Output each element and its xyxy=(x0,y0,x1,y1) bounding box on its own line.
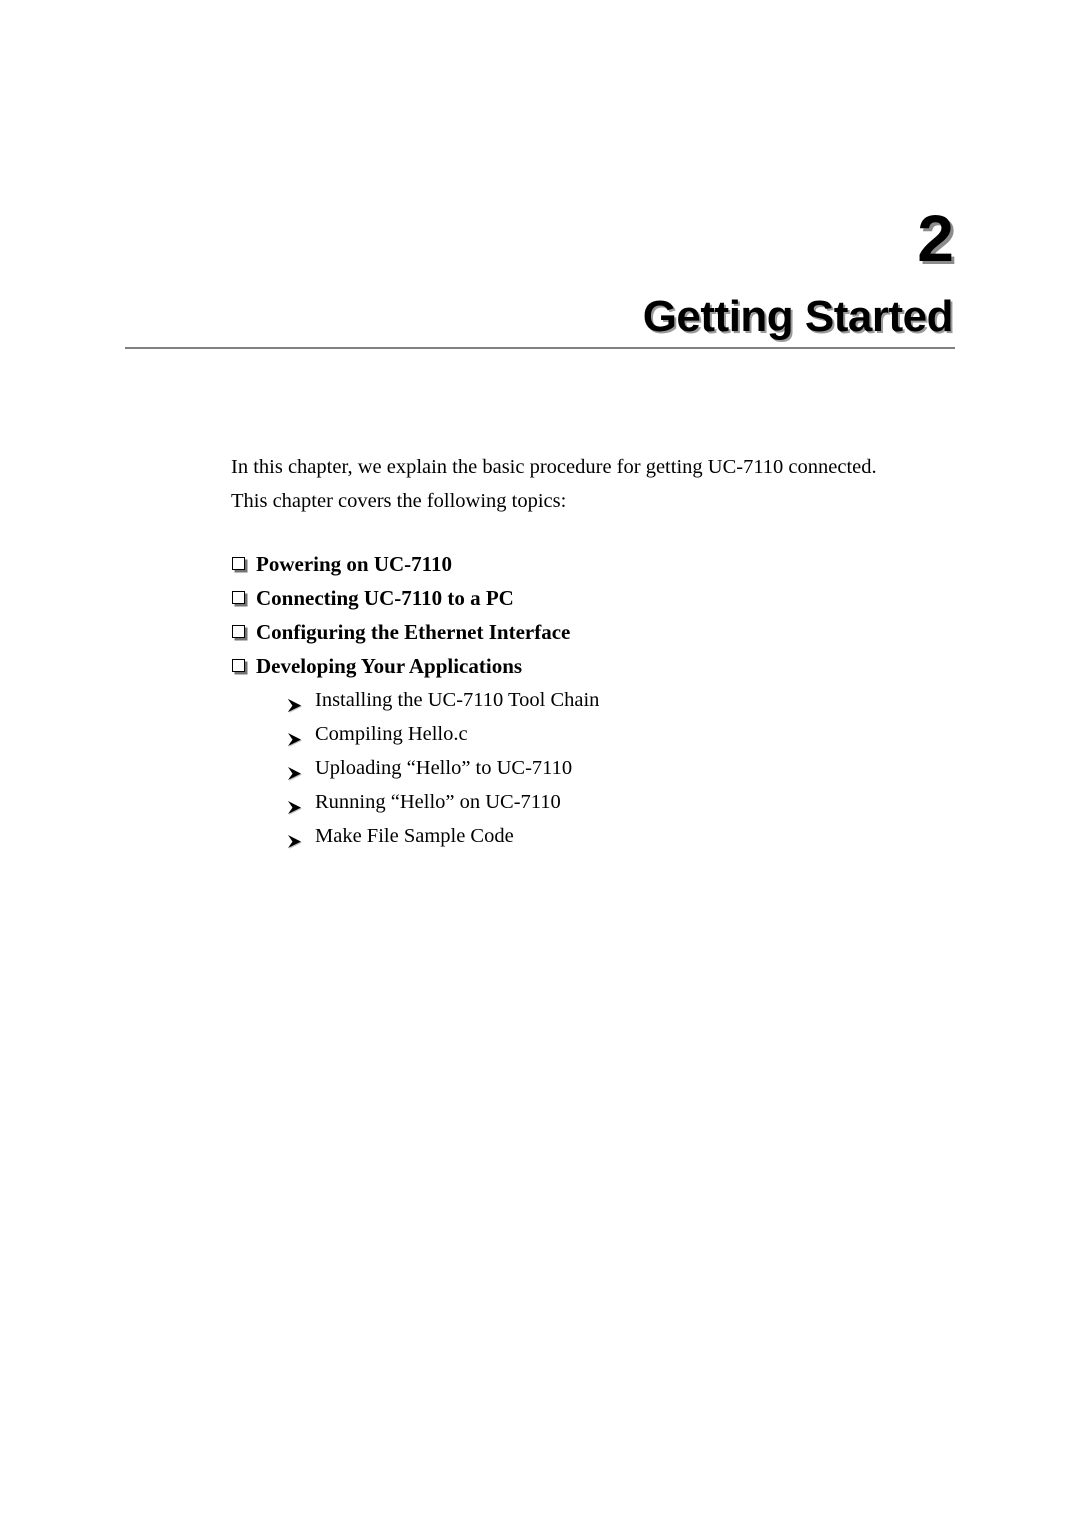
list-item: Make File Sample Code xyxy=(256,819,931,853)
chapter-header: 2 Getting Started xyxy=(125,205,955,349)
arrow-bullet-icon xyxy=(287,793,305,815)
topic-label: Configuring the Ethernet Interface xyxy=(256,620,571,644)
list-item: Compiling Hello.c xyxy=(256,717,931,751)
square-bullet-icon xyxy=(232,659,245,672)
arrow-bullet-icon xyxy=(287,759,305,781)
page-title: Getting Started xyxy=(642,292,954,341)
topic-list: Powering on UC-7110 Connecting UC-7110 t… xyxy=(231,547,931,853)
list-item: Running “Hello” on UC-7110 xyxy=(256,785,931,819)
arrow-bullet-icon xyxy=(287,827,305,849)
subtopic-label: Make File Sample Code xyxy=(315,825,514,847)
list-item: Configuring the Ethernet Interface xyxy=(231,615,931,649)
intro-line-1: In this chapter, we explain the basic pr… xyxy=(231,456,877,478)
header-divider xyxy=(125,347,955,349)
subtopic-label: Running “Hello” on UC-7110 xyxy=(315,791,561,813)
topic-label: Connecting UC-7110 to a PC xyxy=(256,586,514,610)
list-item: Installing the UC-7110 Tool Chain xyxy=(256,683,931,717)
arrow-bullet-icon xyxy=(287,691,305,713)
list-item: Powering on UC-7110 xyxy=(231,547,931,581)
square-bullet-icon xyxy=(232,625,245,638)
chapter-number: 2 xyxy=(917,201,954,275)
square-bullet-icon xyxy=(232,557,245,570)
intro-line-2: This chapter covers the following topics… xyxy=(231,490,567,512)
subtopic-label: Compiling Hello.c xyxy=(315,723,468,745)
subtopic-label: Installing the UC-7110 Tool Chain xyxy=(315,689,600,711)
list-item: Connecting UC-7110 to a PC xyxy=(231,581,931,615)
subtopic-label: Uploading “Hello” to UC-7110 xyxy=(315,757,573,779)
subtopic-list: Installing the UC-7110 Tool Chain Compil… xyxy=(256,683,931,853)
arrow-bullet-icon xyxy=(287,725,305,747)
topic-label: Powering on UC-7110 xyxy=(256,552,452,576)
list-item: Developing Your Applications Installing … xyxy=(231,649,931,853)
square-bullet-icon xyxy=(232,591,245,604)
document-page: 2 Getting Started In this chapter, we ex… xyxy=(0,0,1080,1527)
body-content: In this chapter, we explain the basic pr… xyxy=(231,450,931,853)
list-item: Uploading “Hello” to UC-7110 xyxy=(256,751,931,785)
topic-label: Developing Your Applications xyxy=(256,654,523,678)
